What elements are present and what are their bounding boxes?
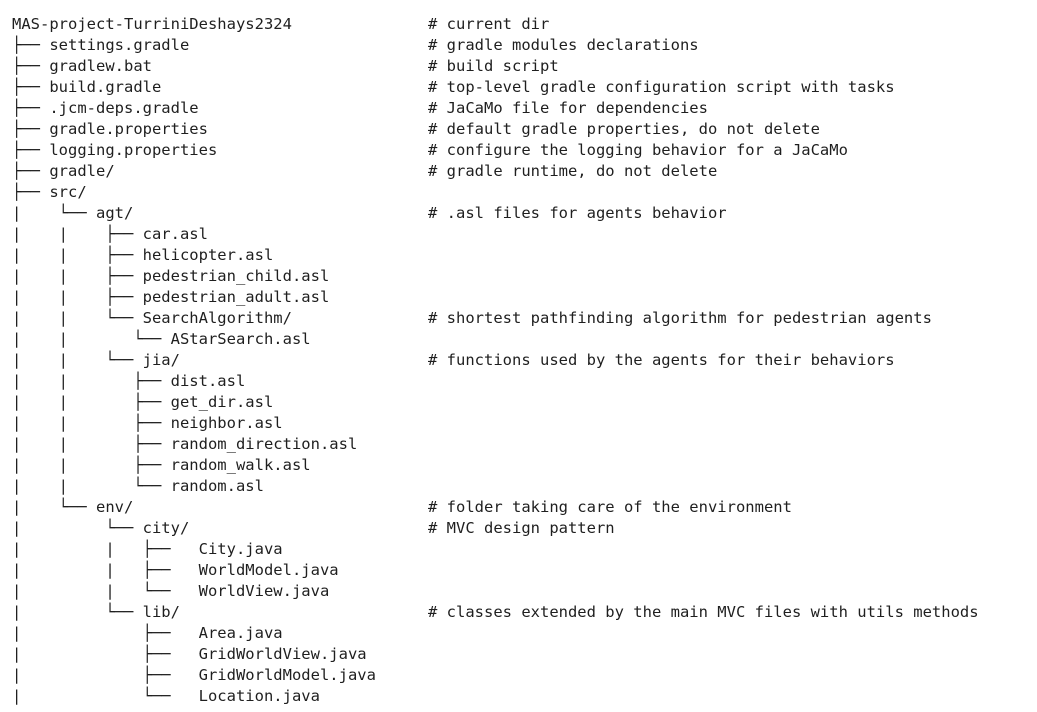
- tree-comment: # build script: [428, 57, 559, 75]
- tree-path: | | └── random.asl: [12, 477, 264, 495]
- tree-path: ├── gradlew.bat: [12, 57, 152, 75]
- tree-path: ├── gradle/: [12, 162, 115, 180]
- tree-comment: # classes extended by the main MVC files…: [428, 603, 979, 621]
- tree-path: | | └── AStarSearch.asl: [12, 330, 311, 348]
- tree-path: | | ├── helicopter.asl: [12, 246, 274, 264]
- tree-path: | ├── GridWorldModel.java: [12, 666, 376, 684]
- tree-comment: # current dir: [428, 15, 550, 33]
- tree-path: ├── logging.properties: [12, 141, 218, 159]
- tree-path: | ├── Area.java: [12, 624, 283, 642]
- tree-path: | | ├── WorldModel.java: [12, 561, 339, 579]
- tree-comment: # gradle modules declarations: [428, 36, 699, 54]
- tree-path: | └── Location.java: [12, 687, 320, 705]
- tree-comment: # folder taking care of the environment: [428, 498, 792, 516]
- tree-path: | | └── WorldView.java: [12, 582, 330, 600]
- tree-path: ├── src/: [12, 183, 87, 201]
- tree-comment: # .asl files for agents behavior: [428, 204, 727, 222]
- tree-comment: # top-level gradle configuration script …: [428, 78, 895, 96]
- tree-path: | | ├── random_walk.asl: [12, 456, 311, 474]
- tree-path: | | ├── car.asl: [12, 225, 208, 243]
- tree-path: | | ├── dist.asl: [12, 372, 246, 390]
- tree-path: ├── .jcm-deps.gradle: [12, 99, 199, 117]
- tree-path: MAS-project-TurriniDeshays2324: [12, 15, 292, 33]
- tree-path: | | ├── neighbor.asl: [12, 414, 283, 432]
- tree-path: | | ├── pedestrian_adult.asl: [12, 288, 330, 306]
- tree-path: ├── gradle.properties: [12, 120, 208, 138]
- tree-path: | ├── GridWorldView.java: [12, 645, 367, 663]
- tree-comment: # JaCaMo file for dependencies: [428, 99, 708, 117]
- tree-comment: # default gradle properties, do not dele…: [428, 120, 820, 138]
- tree-path: | | ├── random_direction.asl: [12, 435, 358, 453]
- tree-path: | | └── SearchAlgorithm/: [12, 309, 292, 327]
- tree-path: ├── build.gradle: [12, 78, 162, 96]
- tree-comment: # gradle runtime, do not delete: [428, 162, 718, 180]
- tree-comment: # functions used by the agents for their…: [428, 351, 895, 369]
- tree-path: | | ├── get_dir.asl: [12, 393, 274, 411]
- tree-path: | └── agt/: [12, 204, 134, 222]
- tree-path: | | └── jia/: [12, 351, 180, 369]
- tree-path: ├── settings.gradle: [12, 36, 190, 54]
- tree-comment: # MVC design pattern: [428, 519, 615, 537]
- tree-comment: # configure the logging behavior for a J…: [428, 141, 848, 159]
- tree-path: | └── env/: [12, 498, 134, 516]
- tree-path: | └── lib/: [12, 603, 180, 621]
- tree-path: | | ├── City.java: [12, 540, 283, 558]
- tree-path: | └── city/: [12, 519, 190, 537]
- tree-comment: # shortest pathfinding algorithm for ped…: [428, 309, 932, 327]
- tree-path: | | ├── pedestrian_child.asl: [12, 267, 330, 285]
